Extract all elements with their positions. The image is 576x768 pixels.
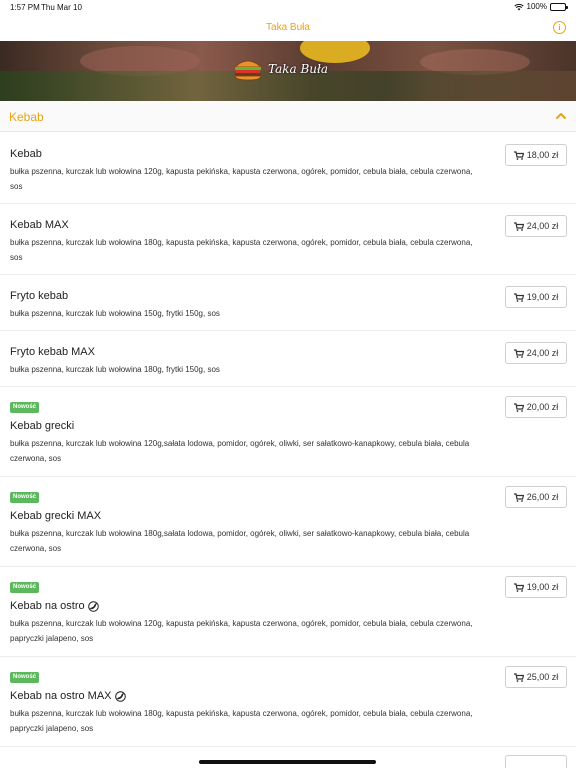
item-description: bułka pszenna, kurczak lub wołowina 150g… [10, 309, 220, 318]
item-name: Fryto kebab MAX [10, 346, 95, 358]
item-description: bułka pszenna, kurczak lub wołowina 180g… [10, 709, 473, 733]
status-right: 100% [513, 2, 568, 11]
menu-item[interactable]: Fryto kebab bułka pszenna, kurczak lub w… [0, 275, 576, 331]
cart-icon [513, 348, 524, 358]
price-label: 19,00 zł [526, 582, 559, 592]
add-to-cart-button[interactable]: 19,00 zł [505, 286, 567, 308]
item-description: bułka pszenna, kurczak lub wołowina 180g… [10, 238, 473, 262]
item-description: bułka pszenna, kurczak lub wołowina 180g… [10, 365, 220, 374]
info-icon[interactable]: i [553, 21, 566, 34]
cart-icon [513, 672, 524, 682]
item-name: Kebab grecki MAX [10, 510, 102, 522]
menu-item[interactable]: Nowość Kebab grecki MAX bułka pszenna, k… [0, 477, 576, 567]
wifi-icon [513, 3, 524, 10]
section-title: Kebab [9, 110, 44, 124]
menu-item[interactable]: Fryto kebab MAX bułka pszenna, kurczak l… [0, 331, 576, 387]
cart-icon [513, 221, 524, 231]
add-to-cart-button[interactable]: 18,00 zł [505, 144, 567, 166]
section-header-kebab[interactable]: Kebab [0, 101, 576, 132]
battery-percent: 100% [526, 2, 547, 11]
add-to-cart-button[interactable]: 24,00 zł [505, 215, 567, 237]
price-label: 18,00 zł [526, 150, 559, 160]
new-badge: Nowość [10, 582, 40, 593]
new-badge: Nowość [10, 492, 40, 503]
battery-icon [550, 2, 568, 11]
burger-icon [233, 60, 263, 81]
new-badge: Nowość [10, 672, 40, 683]
menu-item[interactable]: Nowość Kebab grecki bułka pszenna, kurcz… [0, 387, 576, 477]
menu-item[interactable]: Kebab bułka pszenna, kurczak lub wołowin… [0, 133, 576, 204]
item-name: Kebab na ostro [10, 600, 99, 612]
spicy-icon [114, 690, 126, 702]
price-label: 25,00 zł [526, 672, 559, 682]
header-banner: Taka Buła [0, 41, 576, 101]
price-label: 24,00 zł [526, 348, 559, 358]
menu-item[interactable]: Nowość Kebab na ostro MAX bułka pszenna,… [0, 657, 576, 747]
menu-item[interactable]: Nowość Kebab na ostro bułka pszenna, kur… [0, 567, 576, 657]
chevron-up-icon[interactable] [555, 110, 567, 122]
item-name: Kebab grecki [10, 420, 75, 432]
nav-bar: Taka Buła i [0, 14, 576, 41]
status-bar: 1:57 PM Thu Mar 10 100% [0, 0, 576, 14]
home-indicator[interactable] [199, 760, 376, 764]
add-to-cart-button[interactable]: 26,00 zł [505, 486, 567, 508]
price-label: 26,00 zł [526, 492, 559, 502]
restaurant-logo: Taka Buła [232, 54, 344, 86]
status-time: 1:57 PM [10, 3, 40, 12]
add-to-cart-button[interactable]: 20,00 zł [505, 396, 567, 418]
add-to-cart-button[interactable]: 19,00 zł [505, 576, 567, 598]
item-description: bułka pszenna, kurczak lub wołowina 180g… [10, 529, 470, 553]
cart-icon [513, 402, 524, 412]
nav-title: Taka Buła [266, 22, 310, 33]
add-to-cart-button[interactable]: 24,00 zł [505, 342, 567, 364]
cart-icon [513, 150, 524, 160]
add-to-cart-button[interactable]: 25,00 zł [505, 666, 567, 688]
item-name: Kebab [10, 148, 42, 160]
item-name: Fryto kebab [10, 290, 69, 302]
price-label: 19,00 zł [526, 292, 559, 302]
item-description: bułka pszenna, kurczak lub wołowina 120g… [10, 439, 470, 463]
spicy-icon [87, 600, 99, 612]
cart-icon [513, 292, 524, 302]
status-date: Thu Mar 10 [41, 3, 82, 12]
cart-icon [513, 582, 524, 592]
add-to-cart-button-partial[interactable] [505, 755, 567, 768]
item-description: bułka pszenna, kurczak lub wołowina 120g… [10, 167, 473, 191]
item-name: Kebab MAX [10, 219, 69, 231]
price-label: 24,00 zł [526, 221, 559, 231]
item-name: Kebab na ostro MAX [10, 690, 126, 702]
logo-text: Taka Buła [268, 62, 329, 76]
new-badge: Nowość [10, 402, 40, 413]
cart-icon [513, 492, 524, 502]
item-description: bułka pszenna, kurczak lub wołowina 120g… [10, 619, 473, 643]
menu-item[interactable]: Kebab MAX bułka pszenna, kurczak lub woł… [0, 204, 576, 275]
price-label: 20,00 zł [526, 402, 559, 412]
